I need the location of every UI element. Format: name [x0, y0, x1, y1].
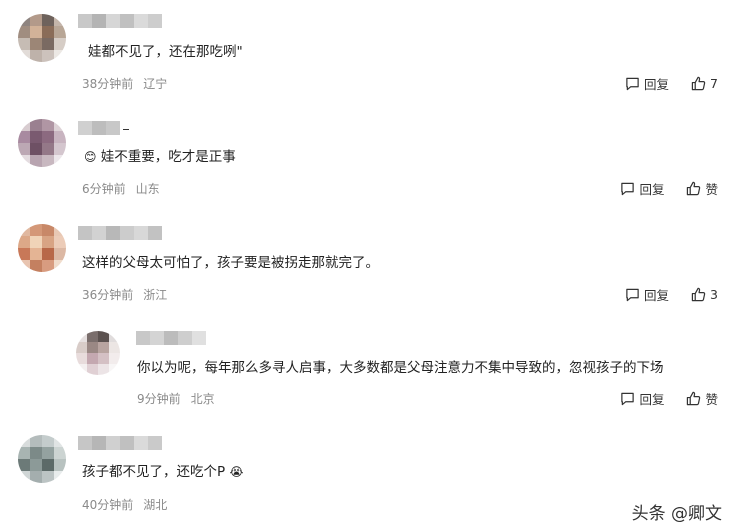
- comment-time: 40分钟前: [82, 498, 134, 512]
- crying-emoji-icon: 😭: [229, 465, 244, 479]
- username-blurred[interactable]: [78, 436, 162, 450]
- comment-text: 孩子都不见了，还吃个P 😭: [82, 463, 243, 481]
- comment-text-body: 孩子都不见了，还吃个P: [82, 464, 226, 480]
- comment-meta: 40分钟前 湖北: [82, 496, 167, 513]
- watermark: 头条 @卿文: [631, 504, 722, 524]
- comment-item: 孩子都不见了，还吃个P 😭 40分钟前 湖北: [0, 0, 736, 532]
- avatar[interactable]: [18, 435, 66, 483]
- comment-location: 湖北: [143, 498, 168, 512]
